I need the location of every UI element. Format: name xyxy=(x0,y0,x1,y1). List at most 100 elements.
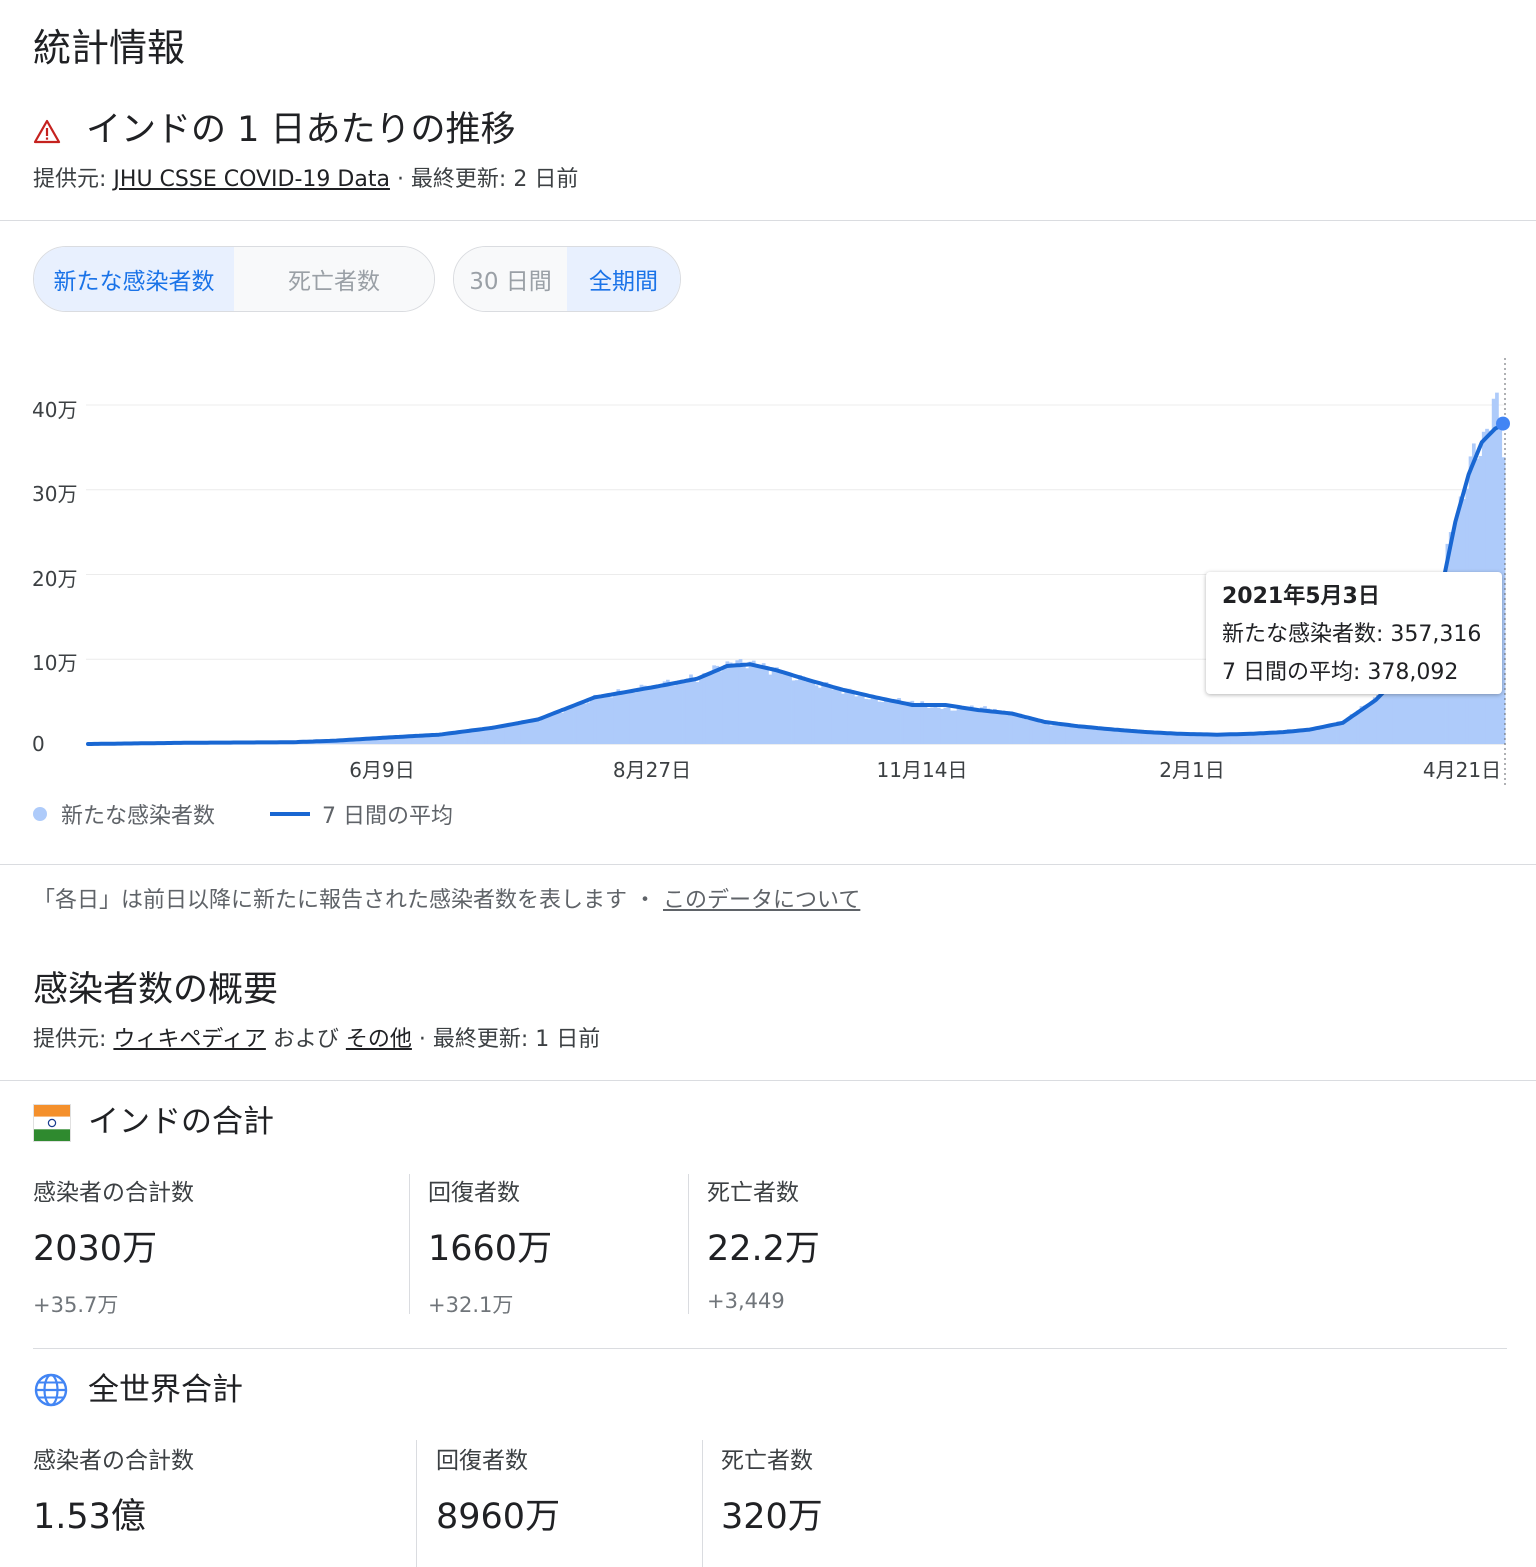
y-tick-label: 40万 xyxy=(32,398,78,422)
x-tick-label: 6月9日 xyxy=(349,758,415,782)
bar xyxy=(609,697,614,744)
bar xyxy=(827,687,832,744)
bar xyxy=(666,679,670,744)
bar xyxy=(596,697,601,744)
stat-label: 回復者数 xyxy=(436,1448,528,1474)
toggle-30-days[interactable]: 30 日間 xyxy=(454,247,567,311)
bar xyxy=(923,704,928,744)
bar xyxy=(1062,726,1067,744)
bar xyxy=(1075,727,1080,744)
bar xyxy=(976,709,981,744)
bar xyxy=(1082,726,1086,744)
bar xyxy=(1098,728,1103,744)
bar xyxy=(616,689,621,744)
cases-chart[interactable] xyxy=(0,330,1536,800)
bar xyxy=(814,685,819,744)
bar xyxy=(794,680,799,744)
bar xyxy=(642,685,647,744)
bar xyxy=(735,660,740,744)
bar xyxy=(1032,719,1037,744)
bar xyxy=(1366,706,1370,744)
stat-label: 死亡者数 xyxy=(707,1180,799,1206)
legend-line-icon xyxy=(270,812,310,816)
india-total-title: インドの合計 xyxy=(88,1104,274,1140)
bar xyxy=(543,715,548,744)
bar xyxy=(926,708,931,744)
source-link-others[interactable]: その他 xyxy=(346,1027,412,1052)
overview-source-line: 提供元: ウィキペディア および その他 · 最終更新: 1 日前 xyxy=(33,1024,600,1056)
source-link-wikipedia[interactable]: ウィキペディア xyxy=(113,1027,265,1052)
source-link-jhu[interactable]: JHU CSSE COVID-19 Data xyxy=(113,167,390,192)
bar xyxy=(662,681,667,744)
bar xyxy=(659,687,664,744)
bar xyxy=(986,708,991,744)
bar xyxy=(490,728,495,744)
bar xyxy=(533,720,538,744)
bar xyxy=(712,665,716,744)
bar xyxy=(1065,726,1070,744)
stat-value: 1.53億 xyxy=(33,1497,146,1537)
world-stat-cases: 感染者の合計数 1.53億 xyxy=(33,1444,194,1542)
bar xyxy=(761,663,766,744)
stat-value: 320万 xyxy=(721,1497,823,1537)
bar xyxy=(798,675,802,744)
bar xyxy=(781,674,786,744)
bar xyxy=(903,703,908,744)
bar xyxy=(722,668,726,744)
bar xyxy=(547,715,551,744)
bar xyxy=(999,713,1004,744)
note-text: 「各日」は前日以降に新たに報告された感染者数を表します ・ xyxy=(33,888,663,913)
hover-point xyxy=(1496,416,1510,431)
bar xyxy=(1078,726,1083,744)
bar xyxy=(477,729,482,744)
bar xyxy=(590,697,594,744)
bar xyxy=(851,692,855,744)
bar xyxy=(791,680,796,744)
bar xyxy=(930,707,934,744)
bar xyxy=(494,726,498,744)
bar xyxy=(910,700,915,744)
bar xyxy=(1085,728,1090,744)
bar xyxy=(1247,734,1252,744)
bar xyxy=(563,710,568,744)
tooltip-new-cases: 新たな感染者数: 357,316 xyxy=(1222,622,1482,647)
about-data-link[interactable]: このデータについて xyxy=(663,888,860,913)
bar xyxy=(573,705,578,744)
y-tick-label: 20万 xyxy=(32,567,78,591)
bar xyxy=(705,674,710,744)
bar xyxy=(619,691,624,744)
source-prefix: 提供元: xyxy=(33,167,114,192)
bar xyxy=(1019,716,1024,744)
legend-average: 7 日間の平均 xyxy=(270,798,453,830)
bar xyxy=(963,708,967,744)
stat-delta: +35.7万 xyxy=(33,1293,119,1317)
bar xyxy=(1026,719,1030,744)
x-tick-label: 11月14日 xyxy=(876,758,968,782)
bar xyxy=(864,698,868,744)
stat-value: 8960万 xyxy=(436,1497,561,1537)
bar xyxy=(940,708,944,744)
bar xyxy=(771,671,776,744)
bar xyxy=(566,706,571,744)
chart-tooltip: 2021年5月3日 新たな感染者数: 357,316 7 日間の平均: 378,… xyxy=(1206,572,1502,694)
bar xyxy=(679,681,683,744)
toggle-deaths[interactable]: 死亡者数 xyxy=(234,247,434,311)
range-toggle: 30 日間 全期間 xyxy=(453,246,681,312)
bar xyxy=(847,688,852,744)
bar xyxy=(966,706,971,744)
bar xyxy=(732,664,736,744)
bar xyxy=(1012,715,1017,744)
india-stat-cases: 感染者の合計数 2030万 +35.7万 xyxy=(33,1176,194,1320)
stat-value: 2030万 xyxy=(33,1229,158,1269)
toggle-all-time[interactable]: 全期間 xyxy=(567,247,680,311)
bar xyxy=(1382,687,1387,744)
bar xyxy=(960,706,964,744)
bar xyxy=(893,699,898,744)
stat-value: 22.2万 xyxy=(707,1229,820,1269)
bar xyxy=(715,665,720,744)
bar xyxy=(1320,727,1324,744)
bar xyxy=(553,711,558,744)
toggle-new-cases[interactable]: 新たな感染者数 xyxy=(34,247,234,311)
bar xyxy=(784,672,789,744)
bar xyxy=(606,695,611,744)
